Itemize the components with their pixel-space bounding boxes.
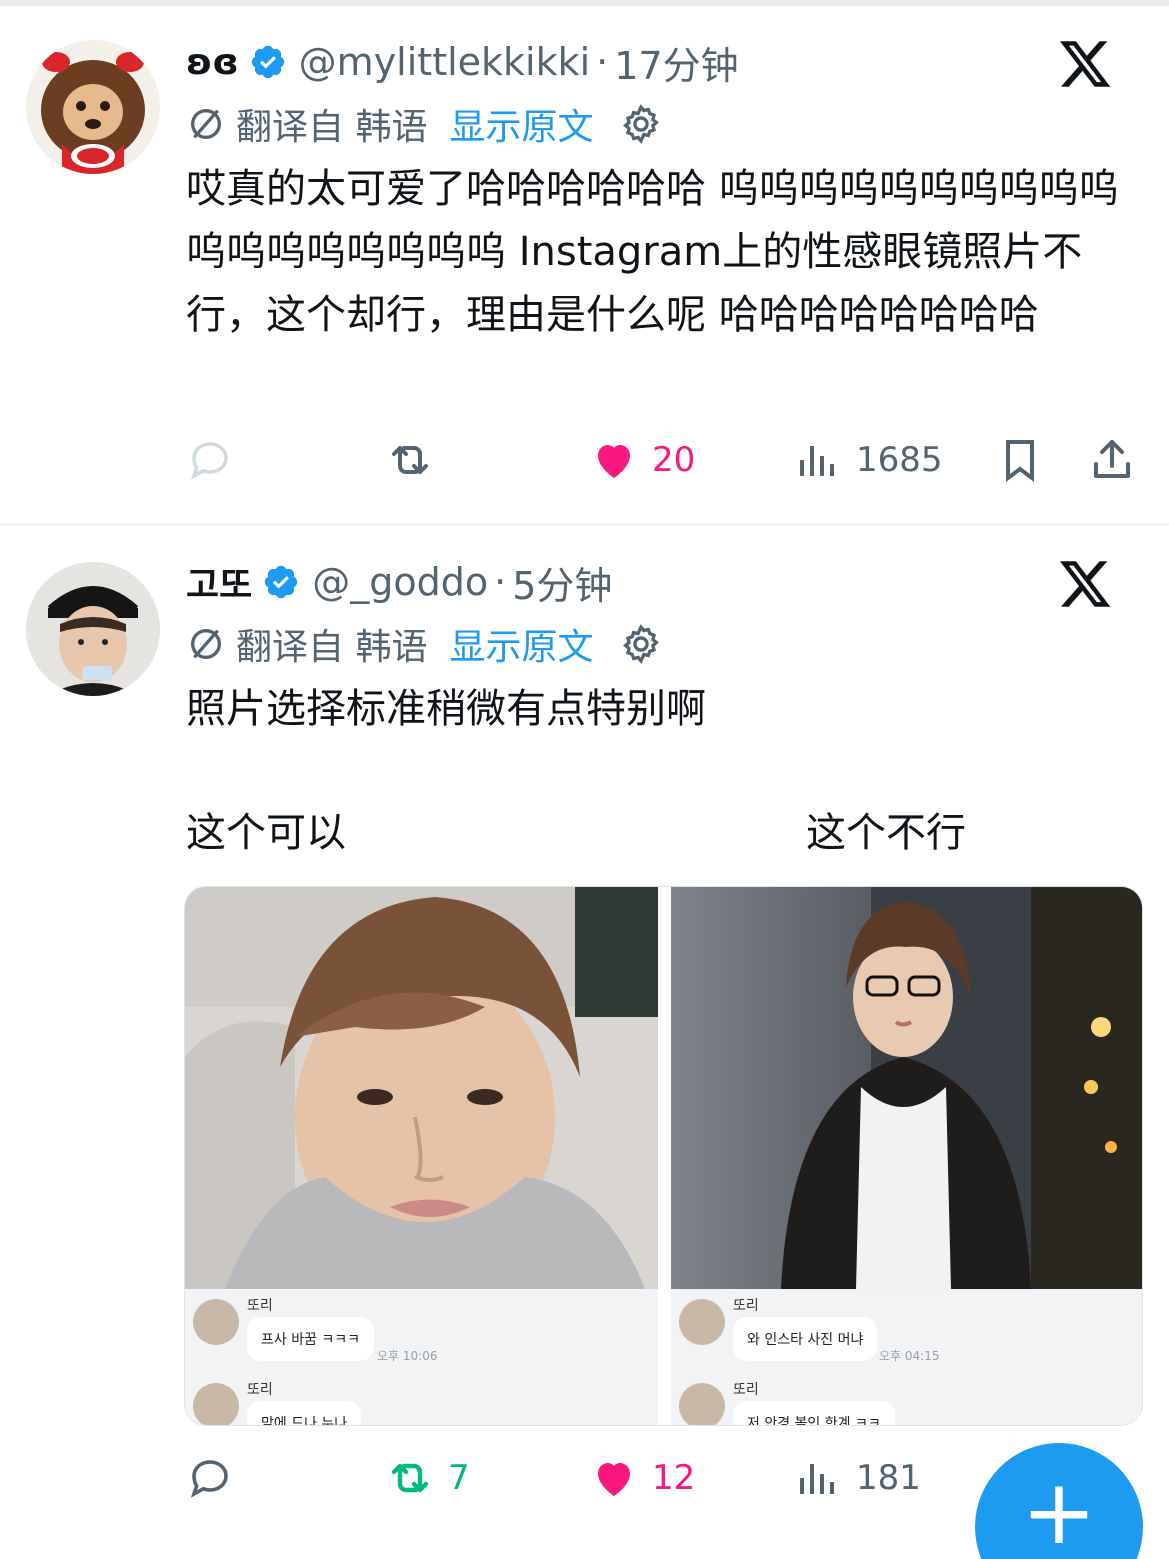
reply-icon [190,442,228,480]
tweet-divider [0,523,1169,526]
reply-button[interactable] [186,432,248,488]
translation-row: 翻译自 韩语 显示原文 [186,98,663,150]
retweet-button[interactable] [386,432,448,488]
share-icon [1094,440,1130,478]
views-button[interactable]: 181 [794,1450,921,1506]
separator-dot: · [596,40,609,84]
separator-dot: · [494,560,507,604]
user-avatar-image [26,562,160,696]
chat-name: 또리 [247,1298,273,1314]
chat-screenshot-left: 또리 프사 바꿈 ㅋㅋㅋ 오후 10:06 또리 맘에 드나 누나 [185,1289,658,1425]
views-count: 181 [856,1458,921,1498]
show-original-link[interactable]: 显示原文 [449,98,593,150]
chat-name: 또리 [247,1382,273,1398]
caption-left: 这个可以 [186,810,346,856]
like-button[interactable]: 12 [590,1450,695,1506]
chat-name: 또리 [733,1298,759,1314]
chat-time: 오후 04:15 [879,1349,940,1363]
avatar[interactable] [26,40,160,174]
chat-avatar [193,1299,239,1345]
gear-icon[interactable] [619,622,663,666]
display-name[interactable]: 고또 [186,556,252,608]
tweet-header: ʚɞ @mylittlekkikki · 17分钟 [186,34,739,90]
chat-avatar [679,1299,725,1345]
views-chart-icon [800,1464,834,1494]
translate-icon [191,629,221,659]
chat-message: 프사 바꿈 ㅋㅋㅋ [247,1317,375,1361]
plus-icon: + [1021,1460,1097,1559]
chat-message: 와 인스타 사진 머냐 [733,1317,878,1361]
reply-button[interactable] [186,1450,248,1506]
chat-avatar [679,1383,725,1425]
chat-message: 저 안경 볼인 한계 ㅋㅋ [733,1401,895,1425]
bookmark-icon [1006,440,1034,482]
heart-filled-icon [598,445,630,478]
translated-from-label: 翻译自 韩语 [236,107,428,148]
retweet-button[interactable]: 7 [386,1450,470,1506]
caption-right: 这个不行 [806,810,966,856]
views-button[interactable]: 1685 [794,432,943,488]
tweet-header: 고또 @_goddo · 5分钟 [186,554,612,610]
views-chart-icon [800,446,834,476]
user-handle[interactable]: @mylittlekkikki [299,40,591,84]
verified-badge-icon[interactable] [249,43,287,81]
like-button[interactable]: 20 [590,432,695,488]
show-original-link[interactable]: 显示原文 [449,618,593,670]
media-grid[interactable]: 또리 프사 바꿈 ㅋㅋㅋ 오후 10:06 또리 맘에 드나 누나 또리 와 인… [184,886,1143,1426]
chat-message: 맘에 드나 누나 [247,1401,362,1425]
display-name[interactable]: ʚɞ [186,42,239,83]
like-count: 12 [652,1458,696,1498]
verified-badge-icon[interactable] [262,563,300,601]
monchhichi-avatar-image [26,40,160,174]
reply-icon [190,1460,228,1498]
user-handle[interactable]: @_goddo [312,560,488,604]
translation-row: 翻译自 韩语 显示原文 [186,618,663,670]
chat-time: 오후 10:06 [377,1349,438,1363]
views-count: 1685 [856,440,943,480]
avatar[interactable] [26,562,160,696]
like-count: 20 [652,440,696,480]
timestamp[interactable]: 5分钟 [512,555,612,610]
retweet-active-icon [391,1463,429,1493]
chat-name: 또리 [733,1382,759,1398]
retweet-count: 7 [448,1458,470,1498]
action-bar: 20 1685 [186,432,1146,488]
x-logo-icon[interactable] [1057,36,1113,92]
street-glasses-photo[interactable] [671,887,1143,1289]
translated-from-label: 翻译自 韩语 [236,627,428,668]
heart-filled-icon [598,1463,630,1496]
translate-icon [191,109,221,139]
timestamp[interactable]: 17分钟 [614,35,738,90]
gear-icon[interactable] [619,102,663,146]
chat-avatar [193,1383,239,1425]
tweet-1[interactable]: ʚɞ @mylittlekkikki · 17分钟 翻译自 韩语 显示原文 哎真… [0,0,1169,524]
tweet-text: 哎真的太可爱了哈哈哈哈哈哈 呜呜呜呜呜呜呜呜呜呜呜呜呜呜呜呜呜呜 Instagr… [186,166,1119,338]
bookmark-button[interactable] [996,432,1044,488]
share-button[interactable] [1088,432,1136,488]
x-logo-icon[interactable] [1057,556,1113,612]
chat-screenshot-right: 또리 와 인스타 사진 머냐 오후 04:15 또리 저 안경 볼인 한계 ㅋㅋ [671,1289,1142,1425]
retweet-icon [392,446,428,474]
selfie-photo[interactable] [185,887,658,1289]
tweet-text: 照片选择标准稍微有点特别啊 [186,686,706,732]
